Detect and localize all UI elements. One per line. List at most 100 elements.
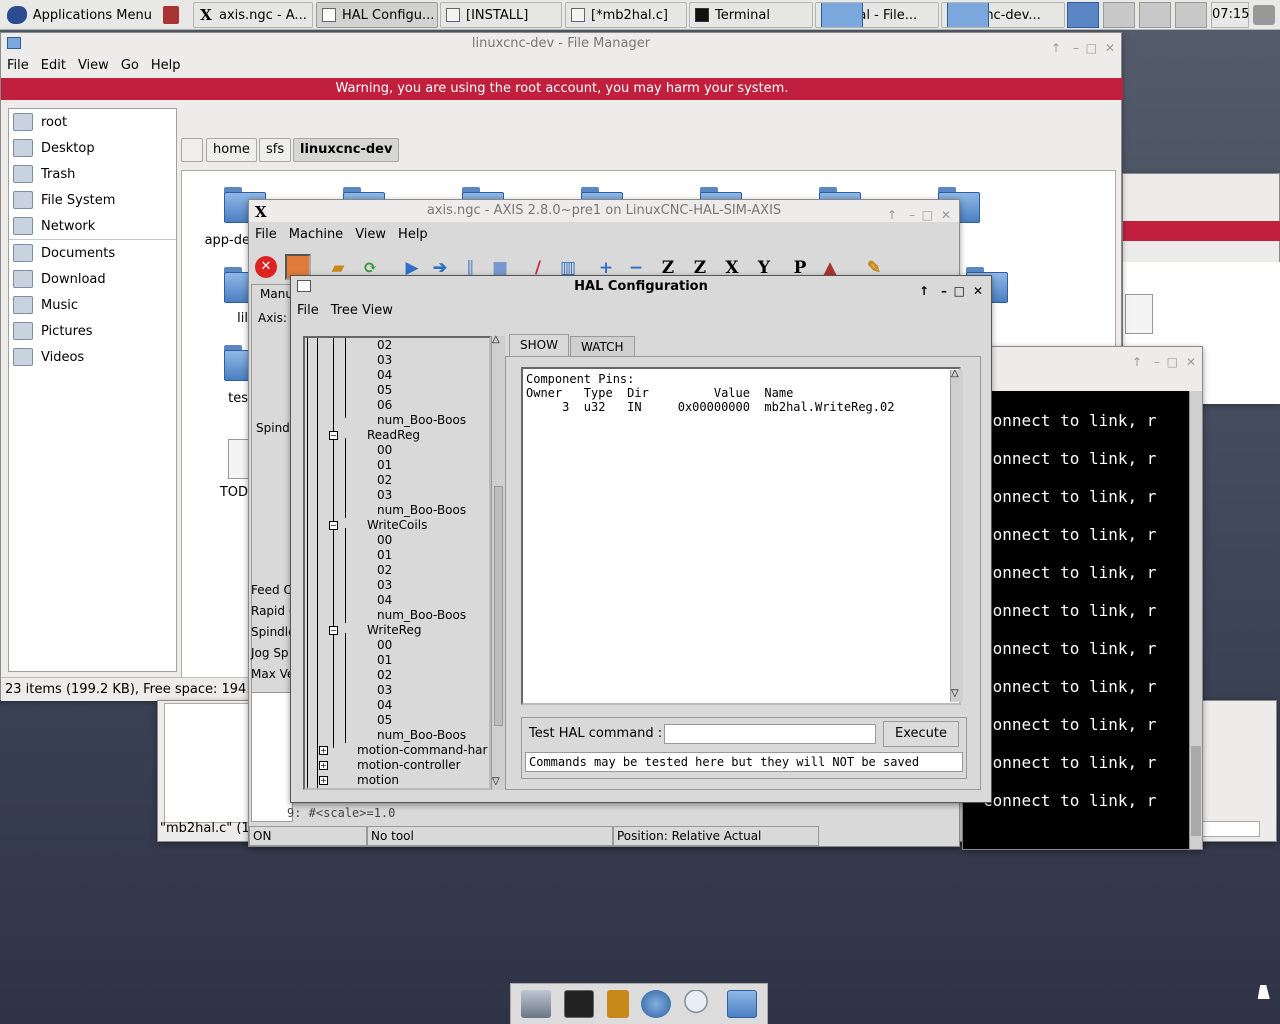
workspace-3[interactable] xyxy=(1139,2,1171,28)
folder-icon[interactable] xyxy=(726,990,757,1018)
tree-node[interactable]: 01 xyxy=(377,458,392,473)
scroll-down-icon[interactable]: ▽ xyxy=(492,776,500,787)
tree-node[interactable]: num_Boo-Boos xyxy=(377,608,466,623)
axis-titlebar[interactable]: X axis.ngc - AXIS 2.8.0~pre1 on LinuxCNC… xyxy=(249,200,959,222)
sidebar-item-documents[interactable]: Documents xyxy=(9,240,176,266)
test-command-input[interactable] xyxy=(664,724,876,744)
file-label[interactable]: tes xyxy=(182,391,248,406)
expand-icon[interactable]: + xyxy=(319,761,328,770)
editor-text-area[interactable] xyxy=(164,703,254,823)
scroll-up-icon[interactable]: △ xyxy=(492,334,500,345)
tree-node[interactable]: 00 xyxy=(377,638,392,653)
tree-node[interactable]: 00 xyxy=(377,533,392,548)
tree-node[interactable]: num_Boo-Boos xyxy=(377,413,466,428)
web-browser-icon[interactable] xyxy=(641,990,672,1018)
menu-file[interactable]: File xyxy=(1,58,35,73)
tree-node[interactable]: 05 xyxy=(377,713,392,728)
tree-scrollbar[interactable]: △ ▽ xyxy=(491,334,505,790)
terminal-titlebar[interactable]: ↑ – □ ✕ xyxy=(963,347,1202,391)
clock[interactable]: 07:15 xyxy=(1211,2,1249,28)
tree-node[interactable]: 05 xyxy=(377,383,392,398)
background-window-titlebar[interactable] xyxy=(1123,174,1279,196)
scroll-up-icon[interactable]: △ xyxy=(951,368,959,379)
task-mb2hal-editor[interactable]: [*mb2hal.c] xyxy=(565,2,687,28)
sidebar-item-pictures[interactable]: Pictures xyxy=(9,318,176,344)
tree-node-motion-controller[interactable]: motion-controller xyxy=(357,758,461,773)
tree-node[interactable]: 02 xyxy=(377,338,392,353)
sidebar-item-network[interactable]: Network xyxy=(9,213,176,239)
tree-node[interactable]: 06 xyxy=(377,398,392,413)
tree-node[interactable]: 04 xyxy=(377,593,392,608)
sidebar-item-download[interactable]: Download xyxy=(9,266,176,292)
tree-node[interactable]: 03 xyxy=(377,488,392,503)
sidebar-item-filesystem[interactable]: File System xyxy=(9,187,176,213)
tree-node-motion[interactable]: motion xyxy=(357,773,399,788)
sidebar-item-music[interactable]: Music xyxy=(9,292,176,318)
applications-menu-button[interactable]: Applications Menu xyxy=(2,2,152,28)
menu-edit[interactable]: Edit xyxy=(35,58,72,73)
menu-help[interactable]: Help xyxy=(145,58,187,73)
tree-node-writecoils[interactable]: WriteCoils xyxy=(367,518,427,533)
menu-tree-view[interactable]: Tree View xyxy=(325,303,399,318)
logout-button[interactable] xyxy=(158,2,188,28)
file-manager-titlebar[interactable]: linuxcnc-dev - File Manager ↑ – □ ✕ xyxy=(1,33,1121,55)
task-mb2hal-files[interactable]: mb2hal - File... xyxy=(815,2,939,28)
collapse-icon[interactable]: − xyxy=(329,521,338,530)
tree-node[interactable]: 03 xyxy=(377,353,392,368)
show-scrollbar[interactable]: △ ▽ xyxy=(950,368,963,702)
file-manager-icon[interactable] xyxy=(606,990,629,1018)
minimize-icon[interactable]: – xyxy=(1154,351,1160,373)
menu-view[interactable]: View xyxy=(72,58,115,73)
menu-go[interactable]: Go xyxy=(115,58,145,73)
collapse-icon[interactable]: − xyxy=(329,431,338,440)
search-icon[interactable] xyxy=(683,990,714,1018)
tab-watch[interactable]: WATCH xyxy=(570,336,635,356)
menu-machine[interactable]: Machine xyxy=(283,227,349,242)
terminal-icon[interactable] xyxy=(563,990,594,1018)
sidebar-item-trash[interactable]: Trash xyxy=(9,161,176,187)
toggle-path-button[interactable] xyxy=(181,138,203,162)
collapse-icon[interactable]: − xyxy=(329,626,338,635)
task-hal-config[interactable]: HAL Configu... xyxy=(316,2,438,28)
menu-help[interactable]: Help xyxy=(392,227,434,242)
terminal-scrollbar[interactable] xyxy=(1189,391,1202,849)
tree-node[interactable]: 04 xyxy=(377,698,392,713)
task-linuxcnc-dev[interactable]: linuxcnc-dev... xyxy=(941,2,1065,28)
workspace-4[interactable] xyxy=(1175,2,1207,28)
terminal-output[interactable]: connect to link, r connect to link, r co… xyxy=(963,391,1189,849)
sidebar-item-root[interactable]: root xyxy=(9,109,176,135)
tree-node[interactable]: 02 xyxy=(377,563,392,578)
tree-node[interactable]: 01 xyxy=(377,653,392,668)
tree-node[interactable]: 00 xyxy=(377,443,392,458)
scroll-down-icon[interactable]: ▽ xyxy=(951,688,959,699)
tree-node[interactable]: 02 xyxy=(377,473,392,488)
menu-file[interactable]: File xyxy=(291,303,325,318)
scrollbar-thumb[interactable] xyxy=(1191,746,1201,836)
breadcrumb-sfs[interactable]: sfs xyxy=(259,138,292,162)
estop-icon[interactable]: ✕ xyxy=(255,256,277,278)
breadcrumb-home[interactable]: home xyxy=(206,138,257,162)
workspace-1[interactable] xyxy=(1067,2,1099,28)
tree-node[interactable]: 03 xyxy=(377,578,392,593)
file-label[interactable]: app-de xyxy=(182,233,250,248)
scrollbar-thumb[interactable] xyxy=(494,486,503,726)
menu-view[interactable]: View xyxy=(349,227,392,242)
execute-button[interactable]: Execute xyxy=(883,721,959,747)
file-label[interactable]: TOD xyxy=(182,485,248,500)
tree-node-readreg[interactable]: ReadReg xyxy=(367,428,420,443)
sidebar-item-videos[interactable]: Videos xyxy=(9,344,176,370)
sidebar-item-desktop[interactable]: Desktop xyxy=(9,135,176,161)
tree-node[interactable]: num_Boo-Boos xyxy=(377,728,466,743)
expand-icon[interactable]: + xyxy=(319,746,328,755)
shade-icon[interactable]: ↑ xyxy=(1132,351,1142,373)
tree-node[interactable]: 03 xyxy=(377,683,392,698)
network-tray-icon[interactable] xyxy=(1253,5,1275,25)
tree-node-writereg[interactable]: WriteReg xyxy=(367,623,421,638)
show-desktop-icon[interactable] xyxy=(521,990,552,1018)
gcode-viewer[interactable] xyxy=(251,692,293,822)
breadcrumb-linuxcnc-dev[interactable]: linuxcnc-dev xyxy=(293,138,400,162)
tree-node-motion-command-handler[interactable]: motion-command-har xyxy=(357,743,487,758)
task-terminal[interactable]: Terminal xyxy=(689,2,813,28)
menu-file[interactable]: File xyxy=(249,227,283,242)
show-output[interactable]: Component Pins: Owner Type Dir Value Nam… xyxy=(521,367,961,705)
